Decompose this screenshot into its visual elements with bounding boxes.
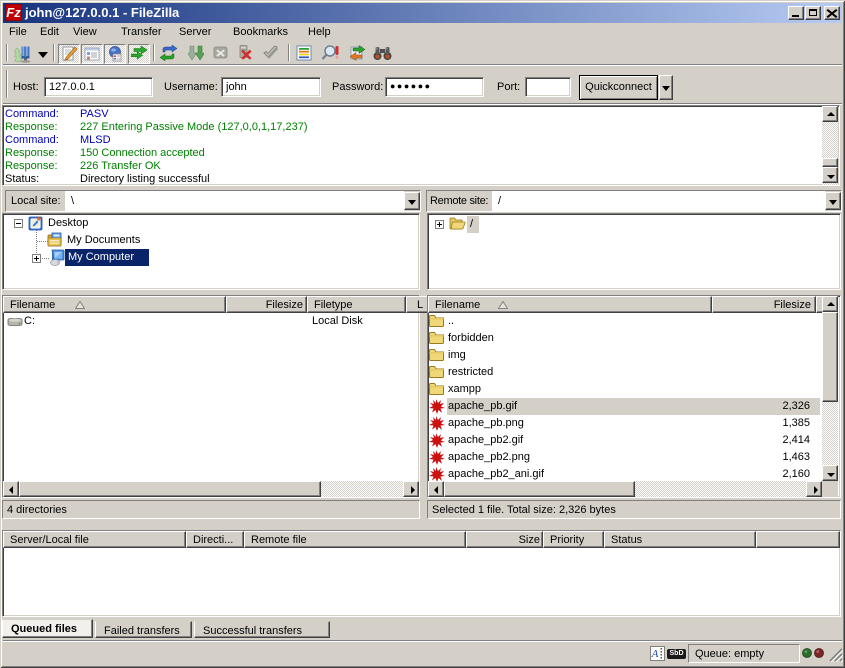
- svg-text:A: A: [651, 648, 659, 660]
